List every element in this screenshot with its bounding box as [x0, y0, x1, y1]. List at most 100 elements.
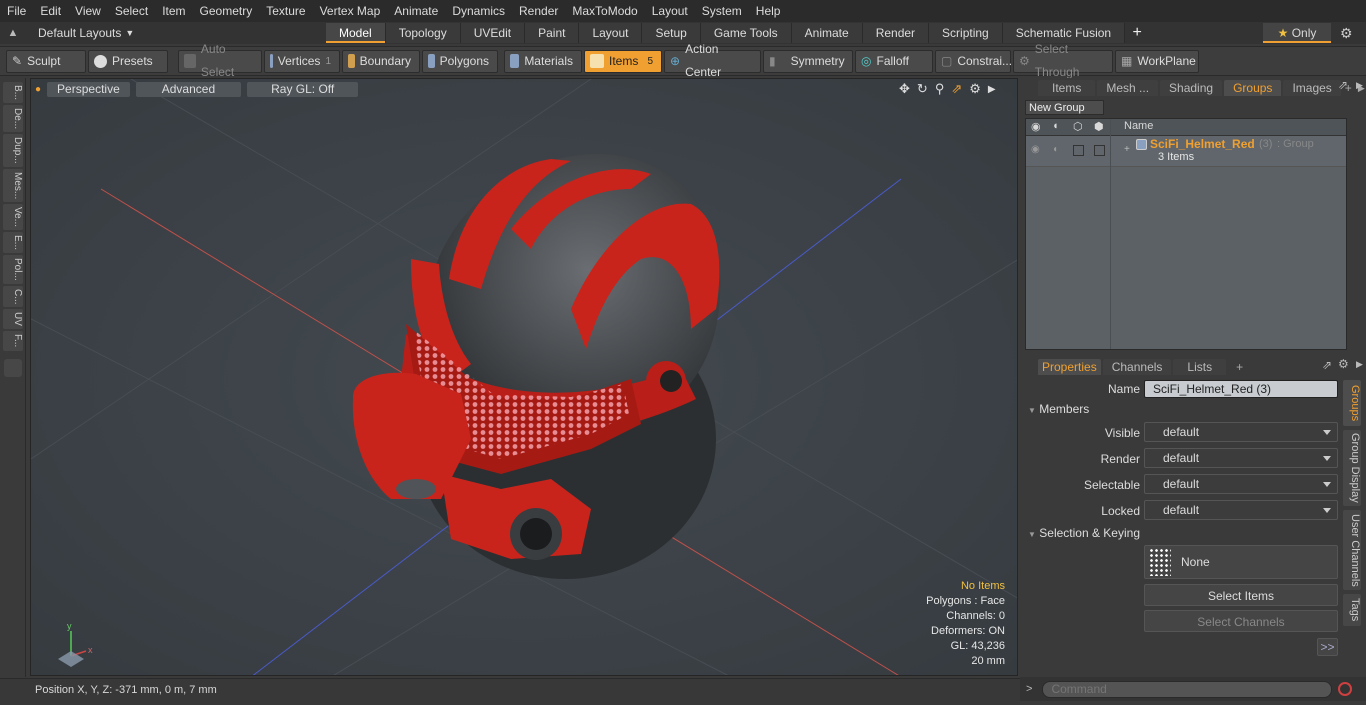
locked-select[interactable]: default: [1144, 500, 1338, 520]
falloff-button[interactable]: ◎ Falloff: [855, 49, 933, 73]
left-tab-uv[interactable]: UV: [3, 309, 23, 330]
left-strip-toggle[interactable]: [4, 358, 22, 377]
presets-button[interactable]: Presets: [88, 49, 168, 73]
gear-icon[interactable]: ⚙: [1340, 25, 1353, 42]
vertices-button[interactable]: Vertices 1: [264, 49, 340, 73]
row-render-icon[interactable]: ◖: [1052, 144, 1058, 155]
auto-select-button[interactable]: Auto Select: [178, 42, 262, 79]
layout-up-icon[interactable]: ▲: [0, 27, 26, 39]
tab-render[interactable]: Render: [862, 23, 930, 43]
zoom-icon[interactable]: ⚲: [935, 81, 945, 97]
render-icon[interactable]: ◖: [1052, 120, 1059, 132]
add-prop-tab-icon[interactable]: +: [1236, 360, 1243, 374]
panel-arrow-icon[interactable]: ▶: [1356, 80, 1363, 91]
raygl-button[interactable]: Ray GL: Off: [247, 81, 359, 97]
props-expand-icon[interactable]: ⇗: [1322, 358, 1332, 372]
expand-icon[interactable]: ⇗: [1338, 78, 1348, 92]
tab-topology[interactable]: Topology: [385, 23, 461, 43]
materials-button[interactable]: Materials: [504, 49, 582, 73]
render-select[interactable]: default: [1144, 448, 1338, 468]
constraints-button[interactable]: ▢ Constrai...: [935, 49, 1012, 73]
menu-system[interactable]: System: [695, 0, 749, 22]
menu-file[interactable]: File: [0, 0, 33, 22]
menu-layout[interactable]: Layout: [645, 0, 695, 22]
left-tab-fusion[interactable]: F...: [3, 331, 23, 351]
boundary-button[interactable]: Boundary: [342, 49, 420, 73]
none-button[interactable]: None: [1144, 545, 1338, 579]
workplane-button[interactable]: ▦ WorkPlane: [1115, 49, 1199, 73]
tab-items[interactable]: Items: [1038, 80, 1096, 96]
sculpt-button[interactable]: ✎ Sculpt: [6, 49, 86, 73]
tab-scripting[interactable]: Scripting: [929, 23, 1003, 43]
left-tab-edge[interactable]: E...: [3, 232, 23, 254]
menu-vertex-map[interactable]: Vertex Map: [313, 0, 388, 22]
selectable-select[interactable]: default: [1144, 474, 1338, 494]
maximize-icon[interactable]: ⇗: [951, 81, 962, 97]
menu-texture[interactable]: Texture: [259, 0, 312, 22]
menu-edit[interactable]: Edit: [33, 0, 68, 22]
row-select-checkbox[interactable]: [1073, 145, 1084, 156]
side-tab-user-channels[interactable]: User Channels: [1343, 510, 1361, 590]
symmetry-button[interactable]: ▮ Symmetry: [763, 49, 853, 73]
lock-icon[interactable]: ⬢: [1094, 120, 1104, 133]
left-tab-deform[interactable]: De...: [3, 105, 23, 133]
polygons-button[interactable]: Polygons: [422, 49, 498, 73]
menu-item[interactable]: Item: [155, 0, 192, 22]
more-button[interactable]: >>: [1317, 638, 1338, 656]
tab-lists[interactable]: Lists: [1173, 359, 1227, 375]
shading-button[interactable]: Advanced: [135, 81, 242, 97]
row-eye-icon[interactable]: ◉: [1031, 144, 1040, 155]
props-arrow-icon[interactable]: ▶: [1356, 359, 1363, 370]
select-channels-button[interactable]: Select Channels: [1144, 610, 1338, 632]
tab-properties[interactable]: Properties: [1038, 359, 1101, 375]
tab-model[interactable]: Model: [326, 23, 386, 43]
tab-animate[interactable]: Animate: [791, 23, 863, 43]
menu-render[interactable]: Render: [512, 0, 565, 22]
select-items-button[interactable]: Select Items: [1144, 584, 1338, 606]
command-input[interactable]: [1042, 680, 1333, 698]
side-tab-groups[interactable]: Groups: [1343, 380, 1361, 426]
move-icon[interactable]: ✥: [899, 81, 910, 97]
left-tab-mesh-edit[interactable]: Mes...: [3, 168, 23, 203]
tab-groups[interactable]: Groups: [1224, 80, 1282, 96]
selection-keying-section[interactable]: ▼ Selection & Keying: [1028, 526, 1140, 540]
select-icon[interactable]: ⬡: [1073, 120, 1083, 133]
props-gear-icon[interactable]: ⚙: [1338, 357, 1349, 371]
tab-shading[interactable]: Shading: [1160, 80, 1223, 96]
menu-help[interactable]: Help: [749, 0, 788, 22]
record-icon[interactable]: [1338, 682, 1353, 696]
left-tab-curve[interactable]: C...: [3, 285, 23, 308]
action-center-button[interactable]: ⊕ Action Center: [664, 42, 761, 79]
menu-select[interactable]: Select: [108, 0, 155, 22]
tab-layout[interactable]: Layout: [579, 23, 643, 43]
menu-maxtomodo[interactable]: MaxToModo: [565, 0, 644, 22]
select-through-button[interactable]: ⚙ Select Through: [1013, 42, 1113, 79]
menu-dynamics[interactable]: Dynamics: [445, 0, 512, 22]
left-tab-vertex[interactable]: Ve...: [3, 204, 23, 231]
tab-images[interactable]: Images: [1283, 80, 1341, 96]
menu-geometry[interactable]: Geometry: [193, 0, 260, 22]
visible-select[interactable]: default: [1144, 422, 1338, 442]
view-type-button[interactable]: Perspective: [47, 81, 130, 97]
items-button[interactable]: Items 5: [584, 49, 662, 73]
menu-animate[interactable]: Animate: [387, 0, 445, 22]
layouts-dropdown[interactable]: Default Layouts ▼: [26, 26, 326, 40]
viewport-dot-icon[interactable]: ●: [35, 84, 41, 95]
left-tab-duplicate[interactable]: Dup...: [3, 134, 23, 167]
side-tab-group-display[interactable]: Group Display: [1343, 430, 1361, 506]
name-field[interactable]: SciFi_Helmet_Red (3): [1144, 380, 1338, 398]
only-toggle[interactable]: ★ Only: [1263, 23, 1331, 43]
play-icon[interactable]: ▶: [988, 84, 996, 95]
menu-view[interactable]: View: [68, 0, 108, 22]
expand-plus-icon[interactable]: +: [1124, 144, 1130, 155]
tab-mesh[interactable]: Mesh ...: [1097, 80, 1159, 96]
members-section[interactable]: ▼ Members: [1028, 402, 1089, 416]
add-tab-icon[interactable]: +: [1125, 24, 1149, 42]
viewport-gear-icon[interactable]: ⚙: [969, 81, 981, 97]
left-tab-basic[interactable]: B...: [3, 82, 23, 104]
rotate-icon[interactable]: ↻: [917, 81, 928, 97]
side-tab-tags[interactable]: Tags: [1343, 594, 1361, 626]
row-lock-checkbox[interactable]: [1094, 145, 1105, 156]
group-row[interactable]: ◉ ◖ + SciFi_Helmet_Red (3) : Group 3 Ite…: [1026, 136, 1346, 167]
new-group-button[interactable]: New Group: [1025, 100, 1104, 115]
